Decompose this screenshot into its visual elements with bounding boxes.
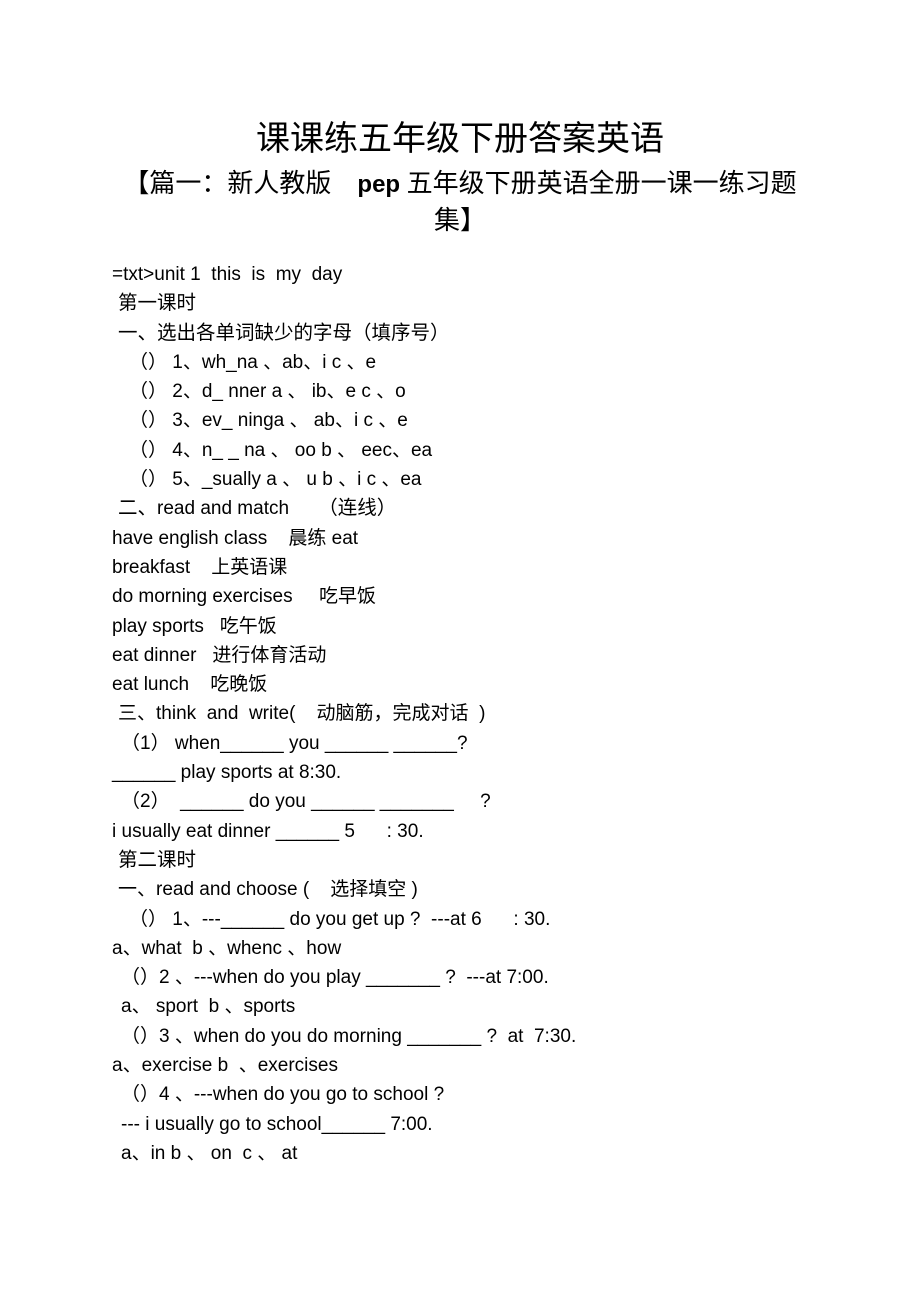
fill-blank-line: ______ play sports at 8:30.	[112, 762, 342, 784]
lesson2-label: 第二课时	[118, 849, 197, 871]
unit-header: =txt>unit 1 this is my day	[112, 264, 343, 285]
lesson1-section2-heading: 二、read and match （连线）	[112, 494, 872, 523]
list-item: （） 1、wh_na 、ab、i c 、e	[129, 351, 377, 373]
fill-blank-line: i usually eat dinner ______ 5 : 30.	[112, 820, 424, 842]
list-item: （） 5、_sually a 、 u b 、i c 、ea	[129, 469, 422, 491]
match-item: eat lunch 吃晚饭	[112, 674, 268, 696]
title-block: 课课练五年级下册答案英语 【篇一：新人教版 pep 五年级下册英语全册一课一练习…	[110, 118, 810, 239]
list-item: （） 2、d_ nner a 、 ib、e c 、o	[129, 381, 406, 403]
question-options: a、what b 、whenc 、how	[112, 937, 342, 959]
fill-blank-line: （2） ______ do you ______ _______ ?	[121, 791, 491, 813]
question-answer: --- i usually go to school______ 7:00.	[121, 1113, 433, 1135]
lesson1-section3-heading: 三、think and write( 动脑筋，完成对话 )	[118, 703, 486, 725]
fill-blank-line: （1） when______ you ______ ______?	[121, 732, 468, 754]
match-item: eat dinner 进行体育活动	[112, 644, 327, 666]
section2-marker: 二、	[118, 498, 158, 520]
match-item: do morning exercises 吃早饭	[112, 586, 376, 608]
lesson2-section1-heading: 一、read and choose ( 选择填空 )	[118, 879, 418, 901]
lesson1-label: 第一课时	[118, 293, 197, 315]
match-item: breakfast 上英语课	[112, 556, 288, 578]
section2-heading-latin: read and match	[157, 498, 290, 520]
subtitle-after: 五年级下册英语全册一课一练习题集】	[406, 169, 797, 235]
question-options: a、in b 、 on c 、 at	[121, 1142, 298, 1164]
subtitle-before: 【篇一：新人教版	[123, 169, 332, 198]
list-item: （） 4、n_ _ na 、 oo b 、 eec、ea	[129, 439, 433, 461]
question-prompt: （） 1、---______ do you get up ? ---at 6 :…	[129, 908, 551, 930]
question-prompt: （）2 、---when do you play _______ ? ---at…	[121, 967, 549, 989]
question-options: a、exercise b 、exercises	[112, 1055, 338, 1077]
page-title: 课课练五年级下册答案英语	[256, 121, 664, 158]
question-prompt: （）4 、---when do you go to school ?	[121, 1084, 445, 1106]
subtitle-latin: pep	[357, 171, 401, 198]
question-options: a、 sport b 、sports	[121, 996, 296, 1018]
lesson1-section1-heading: 一、选出各单词缺少的字母（填序号）	[118, 322, 450, 344]
match-item: play sports 吃午饭	[112, 615, 277, 637]
match-item: have english class 晨练 eat	[112, 527, 359, 549]
question-prompt: （）3 、when do you do morning _______ ? at…	[121, 1025, 577, 1047]
list-item: （） 3、ev_ ninga 、 ab、i c 、e	[129, 410, 408, 432]
document-page: 课课练五年级下册答案英语 【篇一：新人教版 pep 五年级下册英语全册一课一练习…	[0, 0, 920, 1303]
document-body: =txt>unit 1 this is my day 第一课时 一、选出各单词缺…	[112, 260, 872, 1168]
section2-heading-cn: （连线）	[289, 498, 397, 520]
page-subtitle: 【篇一：新人教版 pep 五年级下册英语全册一课一练习题集】	[110, 166, 810, 239]
